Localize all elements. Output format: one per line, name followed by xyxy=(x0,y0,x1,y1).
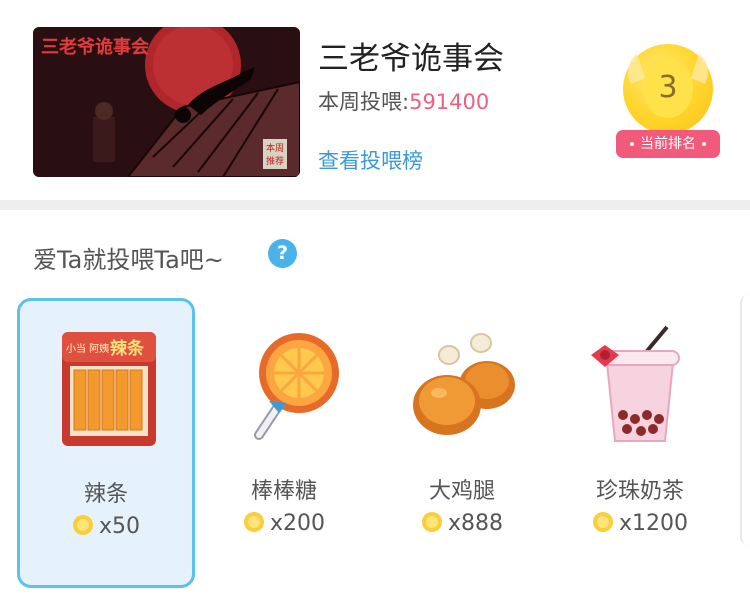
rank-label: 当前排名 xyxy=(640,136,696,152)
gift-item-chicken-leg[interactable]: 大鸡腿 x888 xyxy=(373,298,551,588)
coin-icon xyxy=(592,512,613,532)
cover-image: 三老爷诡事会 本周 推荐 xyxy=(33,27,300,177)
weekly-feed-label: 本周投喂: xyxy=(318,90,410,114)
gift-price-value: x200 xyxy=(269,511,325,536)
help-icon[interactable]: ? xyxy=(268,239,297,268)
gift-price: x50 xyxy=(20,514,192,539)
comic-cover[interactable]: 三老爷诡事会 本周 推荐 xyxy=(33,27,300,177)
rank-number: 3 xyxy=(658,70,678,105)
comic-header: 三老爷诡事会 本周 推荐 三老爷诡事会 本周投喂:591400 查看投喂榜 3 … xyxy=(0,0,750,200)
cover-stamp-line2: 推荐 xyxy=(266,155,284,167)
weekly-feed-value: 591400 xyxy=(409,90,490,114)
coin-icon xyxy=(243,512,264,532)
gift-price: x888 xyxy=(373,511,551,536)
bubble-tea-icon xyxy=(591,325,680,442)
lollipop-icon xyxy=(254,333,339,440)
gift-price-value: x50 xyxy=(98,514,140,539)
latiao-brand-text: 小当 阿姨 xyxy=(66,342,109,355)
current-rank-badge: 3 当前排名 xyxy=(613,44,723,162)
comic-title: 三老爷诡事会 xyxy=(318,41,504,77)
gift-name: 珍珠奶茶 xyxy=(595,479,684,504)
cover-title: 三老爷诡事会 xyxy=(41,36,149,58)
gift-price: x1200 xyxy=(551,511,729,536)
gift-name: 大鸡腿 xyxy=(428,479,495,504)
section-divider xyxy=(0,200,750,210)
coin-icon xyxy=(72,515,93,535)
latiao-snack-icon: 小当 阿姨 辣条 xyxy=(62,332,156,446)
chicken-leg-icon xyxy=(413,333,515,435)
next-gift-peek xyxy=(740,295,750,545)
latiao-pack-text: 辣条 xyxy=(110,338,145,359)
gift-name: 棒棒糖 xyxy=(250,479,317,504)
weekly-feed-stat: 本周投喂:591400 xyxy=(318,86,489,116)
gift-price-value: x1200 xyxy=(618,511,688,536)
gift-item-bubble-tea[interactable]: 珍珠奶茶 x1200 xyxy=(551,298,729,588)
gift-item-lollipop[interactable]: 棒棒糖 x200 xyxy=(195,298,373,588)
view-feed-ranking-link[interactable]: 查看投喂榜 xyxy=(318,145,423,175)
coin-icon xyxy=(421,512,442,532)
gift-price-value: x888 xyxy=(447,511,503,536)
feed-section-title: 爱Ta就投喂Ta吧~ xyxy=(33,246,224,274)
rank-label-tag: 当前排名 xyxy=(616,130,720,158)
gift-name: 辣条 xyxy=(83,482,128,507)
gift-item-latiao[interactable]: 小当 阿姨 辣条 辣条 x50 xyxy=(17,298,195,588)
gift-price: x200 xyxy=(195,511,373,536)
cover-stamp-line1: 本周 xyxy=(266,142,284,154)
